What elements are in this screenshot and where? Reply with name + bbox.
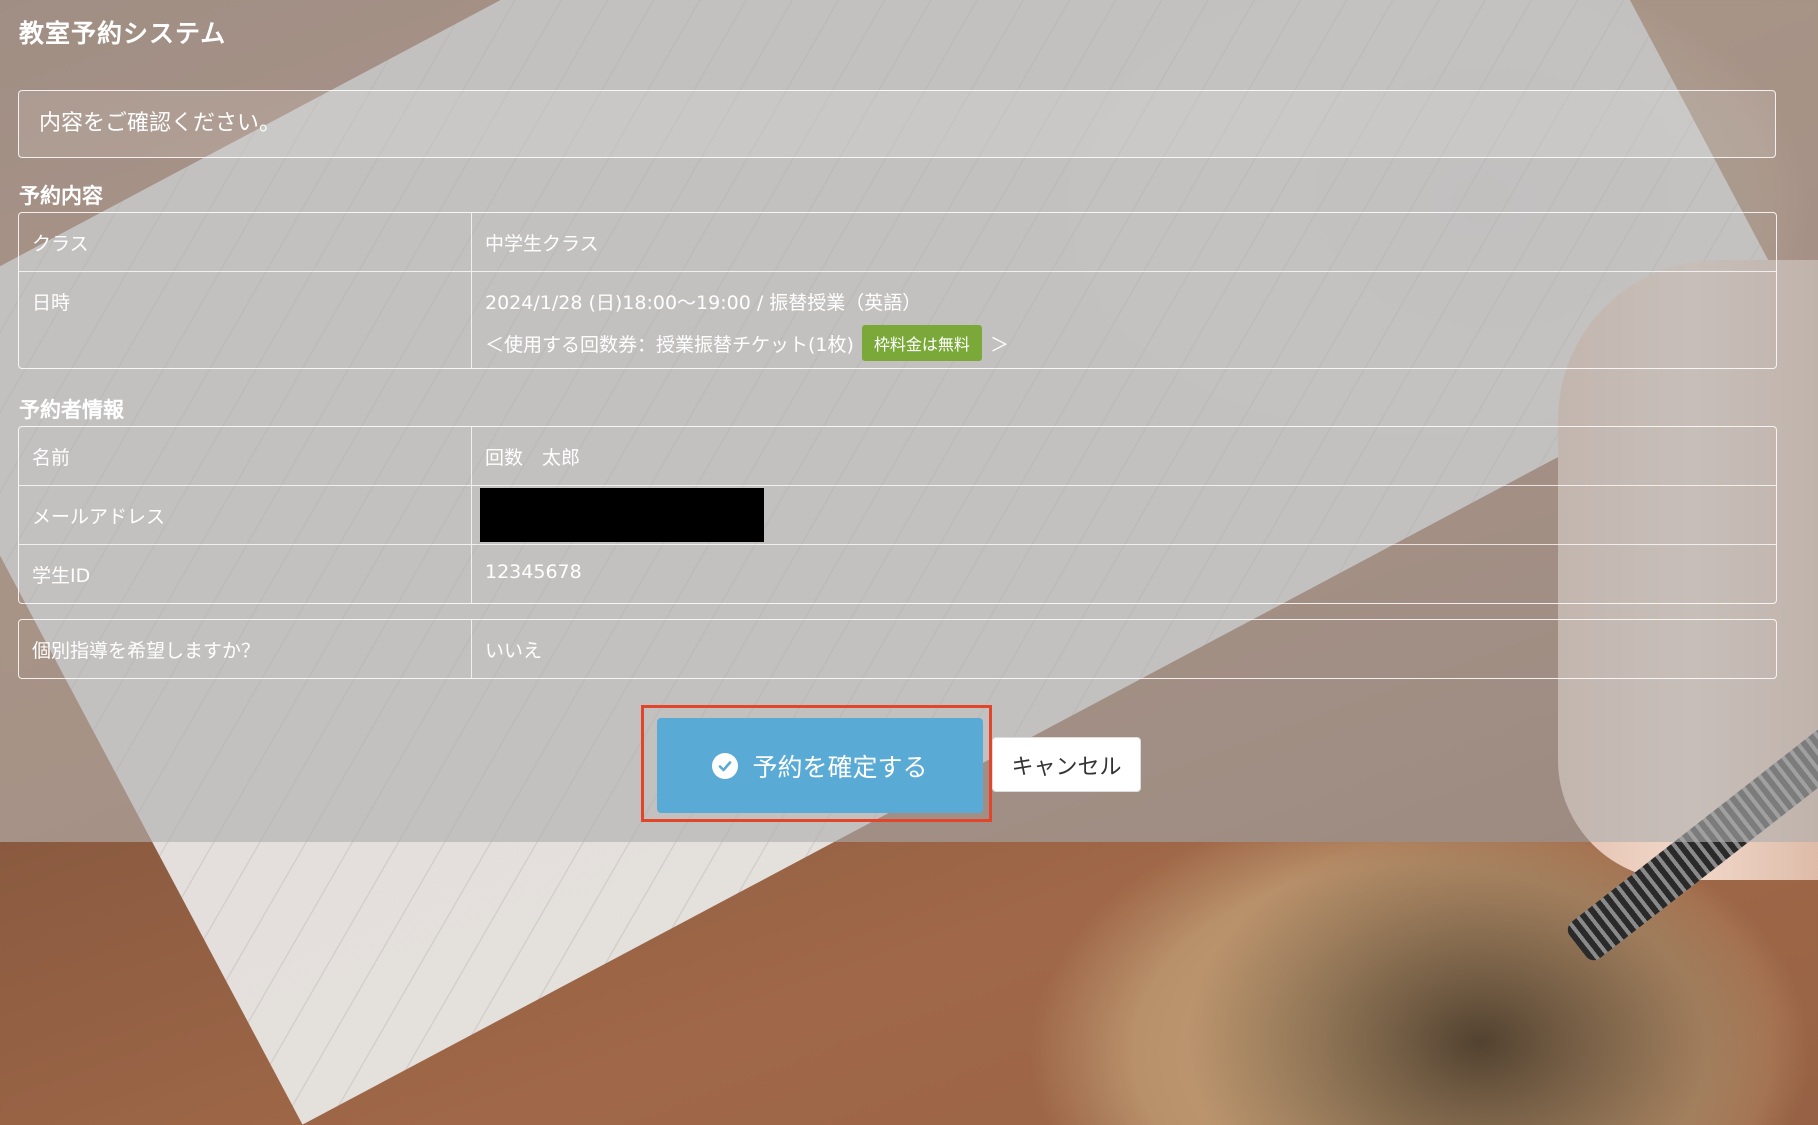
student-id-value: 12345678 [485,561,582,583]
page-content: 教室予約システム 内容をご確認ください。 予約内容 クラス 中学生クラス 日時 … [0,0,1818,842]
app-title: 教室予約システム [19,19,227,48]
table-row: 学生ID 12345678 [19,544,1776,603]
extra-table: 個別指導を希望しますか？ いいえ [18,619,1777,679]
tutoring-label: 個別指導を希望しますか？ [19,620,472,678]
tutoring-value: いいえ [485,640,543,662]
email-label: メールアドレス [19,486,472,544]
name-label: 名前 [19,427,472,485]
table-row: 日時 2024/1/28 (日)18:00〜19:00 / 振替授業（英語） ＜… [19,271,1776,368]
booker-table: 名前 回数 太郎 メールアドレス 学生ID 12345678 [18,426,1777,604]
check-circle-icon [712,752,739,779]
ticket-info: ＜使用する回数券：授業振替チケット(1枚) 枠料金は無料 ＞ [485,325,1776,361]
cancel-button[interactable]: キャンセル [992,737,1141,792]
confirm-highlight-box: 予約を確定する [641,705,992,822]
free-fee-badge: 枠料金は無料 [861,325,982,361]
name-value: 回数 太郎 [485,447,581,469]
email-value [472,486,1776,544]
booker-section-title: 予約者情報 [19,398,124,422]
table-row: 名前 回数 太郎 [19,427,1776,485]
class-value: 中学生クラス [485,233,599,255]
reservation-table: クラス 中学生クラス 日時 2024/1/28 (日)18:00〜19:00 /… [18,212,1777,369]
table-row: 個別指導を希望しますか？ いいえ [19,620,1776,678]
student-id-label: 学生ID [19,545,472,603]
confirm-label: 予約を確定する [752,752,928,782]
reservation-section-title: 予約内容 [19,184,103,208]
table-row: クラス 中学生クラス [19,213,1776,271]
confirmation-notice: 内容をご確認ください。 [18,90,1776,158]
table-row: メールアドレス [19,485,1776,544]
datetime-cell: 2024/1/28 (日)18:00〜19:00 / 振替授業（英語） ＜使用す… [472,272,1776,368]
redacted-email [480,488,764,542]
ticket-prefix: ＜使用する回数券：授業振替チケット(1枚) [485,333,854,356]
datetime-value: 2024/1/28 (日)18:00〜19:00 / 振替授業（英語） [485,292,922,314]
class-label: クラス [19,213,472,271]
ticket-suffix: ＞ [989,333,1009,356]
confirm-reservation-button[interactable]: 予約を確定する [657,718,983,813]
datetime-label: 日時 [19,272,472,368]
